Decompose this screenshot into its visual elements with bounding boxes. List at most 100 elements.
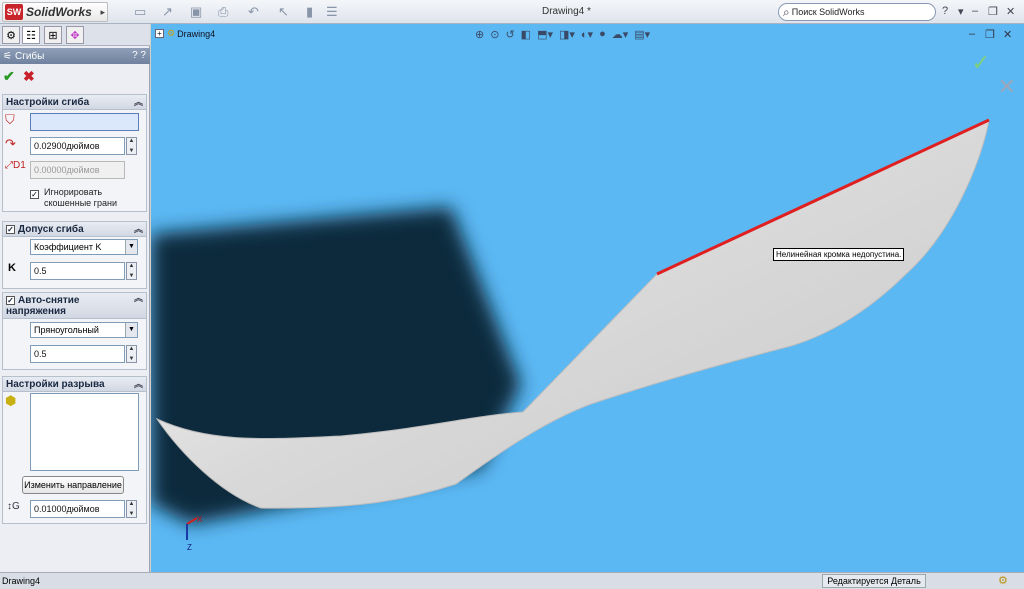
search-box[interactable]: ⌕ Поиск SolidWorks [778, 3, 936, 21]
zoom-area-icon[interactable]: ⊙ [490, 28, 499, 44]
triad-x-label: X [197, 515, 203, 524]
property-manager-header: ⚟ Сгибы ?⁠ ? [0, 48, 150, 64]
relief-type-select[interactable]: Пряноугольный ▼ [30, 322, 138, 338]
confirm-ok-icon[interactable]: ✓ [972, 50, 990, 76]
cancel-button[interactable]: ✖ [23, 68, 35, 85]
bend-settings-title: Настройки сгиба [6, 97, 90, 108]
rip-gap-input[interactable]: 0.01000дюймов [30, 500, 125, 518]
bend-radius-input[interactable]: 0.02900дюймов [30, 137, 125, 155]
confirm-cancel-icon[interactable]: ✕ [998, 74, 1016, 100]
bend-radius-spinner[interactable]: ▲ ▼ [126, 137, 137, 155]
bend-allowance-header[interactable]: ✓ Допуск сгиба ︽ [3, 222, 146, 237]
options-icon[interactable]: ☰ [326, 4, 338, 20]
collapse-icon[interactable]: ︽ [134, 95, 143, 110]
menu-arrow-icon: ▸ [100, 7, 105, 17]
relief-ratio-spinner[interactable]: ▲ ▼ [126, 345, 137, 363]
select-icon[interactable]: ↖ [278, 4, 289, 20]
title-bar: SW SolidWorks ▸ ▭ ↗ ▣ ⎙ ↶ ↖ ▮ ☰ Drawing4… [0, 0, 1024, 24]
help-dropdown-icon[interactable]: ▾ [958, 5, 964, 18]
collapse-icon[interactable]: ︽ [134, 293, 143, 304]
auto-relief-checkbox[interactable]: ✓ [6, 295, 15, 305]
new-file-icon[interactable]: ▭ [134, 4, 146, 20]
app-name: SolidWorks [26, 5, 92, 19]
property-manager-tab[interactable]: ☷ [22, 26, 40, 44]
status-document-name: Drawing4 [2, 576, 41, 586]
print-icon[interactable]: ⎙ [218, 4, 228, 20]
rebuild-icon[interactable]: ▮ [306, 4, 313, 20]
section-view-icon[interactable]: ◧ [521, 28, 531, 44]
open-file-icon[interactable]: ↗ [162, 4, 173, 20]
ok-button[interactable]: ✔ [3, 68, 15, 85]
bends-feature-icon: ⚟ [3, 50, 12, 62]
minimize-button[interactable]: – [972, 5, 978, 17]
save-icon[interactable]: ▣ [190, 4, 202, 20]
configuration-manager-tab[interactable]: ⊞ [44, 26, 62, 44]
change-direction-button[interactable]: Изменить направление [22, 476, 124, 494]
scene-icon[interactable]: ☁▾ [612, 28, 629, 44]
view-orientation-icon[interactable]: ⬒▾ [537, 28, 553, 44]
auto-relief-title-line2: напряжения [6, 306, 66, 317]
restore-button[interactable]: ❐ [988, 5, 998, 18]
ignore-chamfer-checkbox[interactable]: ✓ [30, 190, 39, 199]
rip-edges-list[interactable] [30, 393, 139, 471]
auto-relief-title-line1: Авто-снятие [18, 295, 80, 306]
help-icon[interactable]: ? [942, 5, 948, 17]
property-icon: ☷ [26, 29, 36, 42]
bend-allowance-type-select[interactable]: Коэффициент K ▼ [30, 239, 138, 255]
hide-show-icon[interactable]: ◐▾ [581, 28, 593, 44]
rip-gap-icon: ↕G [7, 501, 20, 512]
model-view[interactable] [151, 24, 1024, 572]
k-factor-input[interactable]: 0.5 [30, 262, 125, 280]
feature-manager-tab[interactable]: ⚙ [2, 26, 20, 44]
collapse-icon[interactable]: ︽ [134, 377, 143, 392]
close-button[interactable]: ✕ [1006, 5, 1015, 18]
manager-tabs: ⚙ ☷ ⊞ ✥ [0, 24, 150, 46]
offset-input: 0.00000дюймов [30, 161, 125, 179]
error-tooltip: Нелинейная кромка недопустина. [773, 248, 905, 261]
offset-icon: ⤢D1 [5, 160, 26, 171]
feature-tree-icon: ⚙ [6, 29, 16, 42]
status-bar: Drawing4 Редактируется Деталь ⚙ [0, 572, 1024, 589]
bend-allowance-checkbox[interactable]: ✓ [6, 224, 15, 234]
solidworks-menu-button[interactable]: SW SolidWorks ▸ [2, 2, 108, 22]
bend-allowance-type-value: Коэффициент K [34, 242, 102, 252]
reference-triad: X Z [186, 515, 203, 552]
rip-gap-spinner[interactable]: ▲ ▼ [126, 500, 137, 518]
property-manager-title: Сгибы [14, 50, 45, 62]
expand-icon[interactable]: + [155, 29, 164, 38]
dimxpert-tab[interactable]: ✥ [66, 26, 84, 44]
fixed-face-selection[interactable] [30, 113, 139, 131]
edges-selection-icon: ⬢ [5, 393, 17, 408]
relief-ratio-input[interactable]: 0.5 [30, 345, 125, 363]
feature-tree-root[interactable]: + ⚙ Drawing4 [155, 28, 215, 39]
k-factor-spinner[interactable]: ▲ ▼ [126, 262, 137, 280]
auto-relief-header[interactable]: ✓ Авто-снятие напряжения ︽ [3, 293, 146, 319]
rebuild-status-icon[interactable]: ⚙ [998, 574, 1008, 587]
search-icon: ⌕ [783, 4, 790, 19]
zoom-to-fit-icon[interactable]: ⊕ [475, 28, 484, 44]
viewport-restore-button[interactable]: ❐ [985, 28, 995, 41]
configuration-icon: ⊞ [48, 29, 58, 42]
property-manager-panel: ⚙ ☷ ⊞ ✥ ⚟ Сгибы ?⁠ ? ✔ ✖ Настройки сгиба… [0, 24, 150, 572]
rip-settings-header[interactable]: Настройки разрыва ︽ [3, 377, 146, 392]
collapse-icon[interactable]: ︽ [134, 222, 143, 237]
heads-up-toolbar: ⊕ ⊙ ↺ ◧ ⬒▾ ◨▾ ◐▾ ● ☁▾ ▤▾ [475, 28, 650, 44]
bend-settings-header[interactable]: Настройки сгиба ︽ [3, 95, 146, 110]
bend-allowance-title: Допуск сгиба [18, 224, 84, 235]
solidworks-logo-icon: SW [5, 4, 23, 20]
triad-z-label: Z [187, 543, 192, 552]
ignore-chamfer-label: Игнорировать скошенные грани [44, 187, 117, 208]
view-settings-icon[interactable]: ▤▾ [634, 28, 650, 44]
display-style-icon[interactable]: ◨▾ [559, 28, 575, 44]
previous-view-icon[interactable]: ↺ [505, 28, 514, 44]
appearance-icon[interactable]: ● [599, 28, 606, 44]
help-icon[interactable]: ?⁠ ? [132, 50, 146, 61]
document-title: Drawing4 * [542, 6, 591, 17]
graphics-area[interactable]: + ⚙ Drawing4 ⊕ ⊙ ↺ ◧ ⬒▾ ◨▾ ◐▾ ● ☁▾ ▤▾ – … [151, 24, 1024, 572]
chevron-down-icon: ▼ [125, 323, 137, 337]
k-factor-label: K [8, 262, 16, 274]
crosshair-icon: ✥ [70, 29, 80, 42]
undo-icon[interactable]: ↶ [248, 4, 259, 20]
viewport-minimize-button[interactable]: – [969, 28, 975, 40]
viewport-close-button[interactable]: ✕ [1003, 28, 1012, 41]
